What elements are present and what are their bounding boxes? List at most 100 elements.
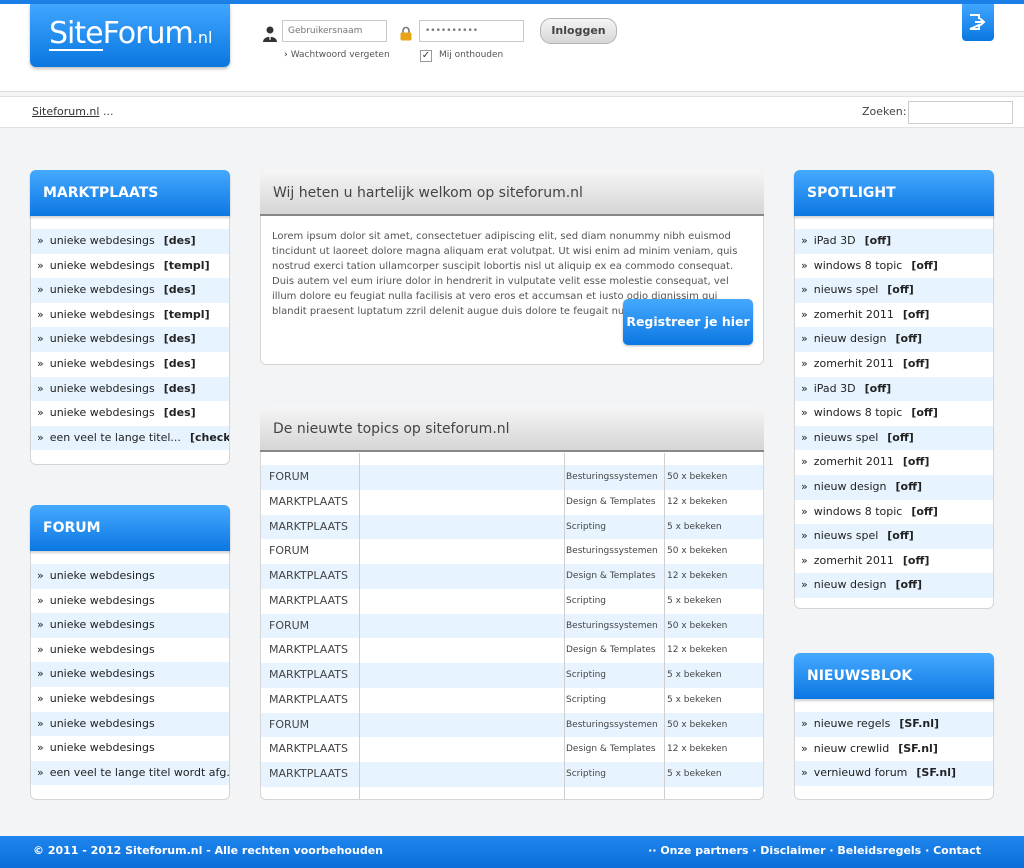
remember-checkbox[interactable]: ✓ [420, 50, 432, 62]
bullet-icon: » [37, 593, 44, 607]
list-item[interactable]: » unieke webdesings [31, 564, 229, 589]
list-item[interactable]: » nieuws spel [off] [795, 524, 993, 549]
list-item[interactable]: » zomerhit 2011 [off] [795, 303, 993, 328]
site-logo[interactable]: SiteForum.nl [30, 4, 230, 67]
topic-category[interactable]: MARKTPLAATS [269, 737, 359, 762]
topic-category[interactable]: FORUM [269, 465, 359, 490]
topic-category[interactable]: MARKTPLAATS [269, 589, 359, 614]
topic-subforum[interactable]: Besturingssystemen [566, 465, 666, 490]
list-item[interactable]: » unieke webdesings [31, 736, 229, 761]
list-item[interactable]: » nieuwe regels [SF.nl] [795, 712, 993, 737]
forgot-password-link[interactable]: › Wachtwoord vergeten [284, 50, 390, 60]
footer-link[interactable]: Disclaimer [760, 844, 825, 857]
topic-category[interactable]: MARKTPLAATS [269, 688, 359, 713]
list-item[interactable]: » vernieuwd forum [SF.nl] [795, 761, 993, 786]
logout-button[interactable] [962, 4, 994, 41]
footer-link[interactable]: Beleidsregels [837, 844, 921, 857]
list-item[interactable]: » unieke webdesings [des] [31, 401, 229, 426]
topic-category[interactable]: MARKTPLAATS [269, 490, 359, 515]
list-item[interactable]: » nieuws spel [off] [795, 425, 993, 451]
footer-link[interactable]: Contact [933, 844, 981, 857]
table-row[interactable]: MARKTPLAATSGez: inbouwer CMS layout (1)S… [261, 589, 763, 614]
topic-category[interactable]: MARKTPLAATS [269, 663, 359, 688]
list-item[interactable]: » windows 8 topic [off] [795, 254, 993, 279]
list-item[interactable]: » unieke webdesings [templ] [31, 254, 229, 279]
topic-subforum[interactable]: Besturingssystemen [566, 713, 666, 738]
table-row[interactable]: FORUMwindows 8 topic (12)Besturingssyste… [261, 539, 763, 564]
table-row[interactable]: MARKTPLAATSTk: unieke webdesigns, slec (… [261, 490, 763, 515]
topic-subforum[interactable]: Design & Templates [566, 490, 666, 515]
list-item-tag: [des] [163, 283, 196, 297]
list-item[interactable]: » unieke webdesings [31, 662, 229, 687]
table-row[interactable]: MARKTPLAATSGez: inbouwer CMS layout (1)S… [261, 688, 763, 713]
table-row[interactable]: FORUMwindows 8 topic (12)Besturingssyste… [261, 613, 763, 639]
list-item[interactable]: » iPad 3D [off] [795, 229, 993, 254]
nieuwsblok-list: » nieuwe regels [SF.nl] » nieuw crewlid [SF.n… [795, 712, 993, 786]
list-item[interactable]: » unieke webdesings [31, 613, 229, 638]
search-input[interactable] [908, 101, 1013, 124]
topic-category[interactable]: MARKTPLAATS [269, 564, 359, 589]
footer-links: ·· Onze partners · Disclaimer · Beleidsr… [648, 844, 981, 857]
password-input[interactable] [419, 20, 524, 42]
table-row[interactable]: MARKTPLAATSGez: inbouwer CMS layout (1)S… [261, 514, 763, 540]
list-item-label: zomerhit 2011 [813, 553, 894, 567]
login-button[interactable]: Inloggen [540, 18, 617, 44]
list-item[interactable]: » unieke webdesings [templ] [31, 303, 229, 328]
list-item[interactable]: » unieke webdesings [31, 589, 229, 614]
list-item[interactable]: » unieke webdesings [des] [31, 327, 229, 352]
list-item[interactable]: » zomerhit 2011 [off] [795, 549, 993, 574]
table-row[interactable]: MARKTPLAATSGez: inbouwer CMS layout (1)S… [261, 663, 763, 688]
table-row[interactable]: MARKTPLAATSTk: unieke webdesigns, slec (… [261, 564, 763, 589]
list-item[interactable]: » nieuw design [off] [795, 327, 993, 352]
topic-category[interactable]: FORUM [269, 713, 359, 738]
table-row[interactable]: FORUMwindows 8 topic (12)Besturingssyste… [261, 712, 763, 738]
table-row[interactable]: FORUMwindows 8 topic (12)Besturingssyste… [261, 465, 763, 490]
list-item-label: unieke webdesings [49, 258, 155, 272]
topic-subforum[interactable]: Scripting [566, 515, 666, 540]
list-item[interactable]: » nieuw design [off] [795, 474, 993, 500]
list-item[interactable]: » nieuw design [off] [795, 573, 993, 598]
topic-subforum[interactable]: Scripting [566, 589, 666, 614]
list-item[interactable]: » een veel te lange titel... [check] [31, 425, 229, 451]
table-row[interactable]: MARKTPLAATSGez: inbouwer CMS layout (1)S… [261, 762, 763, 787]
breadcrumb-home-link[interactable]: Siteforum.nl [32, 105, 99, 118]
register-button[interactable]: Registreer je hier [623, 299, 753, 345]
topic-subforum[interactable]: Scripting [566, 663, 666, 688]
topic-subforum[interactable]: Scripting [566, 762, 666, 787]
topic-category[interactable]: FORUM [269, 539, 359, 564]
list-item[interactable]: » unieke webdesings [31, 711, 229, 737]
footer-link[interactable]: Onze partners [660, 844, 748, 857]
list-item-tag: [off] [911, 504, 938, 518]
list-item[interactable]: » unieke webdesings [des] [31, 352, 229, 377]
table-row[interactable]: MARKTPLAATSTk: unieke webdesigns, slec (… [261, 638, 763, 663]
username-input[interactable] [282, 20, 387, 42]
list-item[interactable]: » unieke webdesings [31, 638, 229, 663]
topic-subforum[interactable]: Scripting [566, 688, 666, 713]
list-item[interactable]: » zomerhit 2011 [off] [795, 450, 993, 475]
logout-icon [969, 14, 986, 30]
topic-category[interactable]: MARKTPLAATS [269, 762, 359, 787]
table-row[interactable]: MARKTPLAATSTk: unieke webdesigns, slec (… [261, 737, 763, 762]
list-item[interactable]: » nieuws spel [off] [795, 278, 993, 303]
list-item[interactable]: » nieuw crewlid [SF.nl] [795, 737, 993, 762]
list-item[interactable]: » iPad 3D [off] [795, 376, 993, 402]
topic-subforum[interactable]: Besturingssystemen [566, 614, 666, 639]
topic-subforum[interactable]: Design & Templates [566, 737, 666, 762]
list-item[interactable]: » unieke webdesings [des] [31, 229, 229, 254]
topic-views: 12 x bekeken [667, 496, 728, 507]
list-item[interactable]: » unieke webdesings [des] [31, 278, 229, 303]
topic-category[interactable]: FORUM [269, 614, 359, 639]
topic-category[interactable]: MARKTPLAATS [269, 638, 359, 663]
list-item[interactable]: » windows 8 topic [off] [795, 500, 993, 525]
list-item[interactable]: » unieke webdesings [31, 687, 229, 712]
list-item[interactable]: » zomerhit 2011 [off] [795, 352, 993, 377]
list-item[interactable]: » unieke webdesings [des] [31, 376, 229, 402]
bullet-icon: » [37, 332, 44, 346]
topic-subforum[interactable]: Besturingssystemen [566, 539, 666, 564]
list-item[interactable]: » een veel te lange titel wordt afg... [31, 760, 229, 786]
list-item[interactable]: » windows 8 topic [off] [795, 401, 993, 426]
welcome-title: Wij heten u hartelijk welkom op siteforu… [260, 170, 764, 216]
topic-subforum[interactable]: Design & Templates [566, 564, 666, 589]
topic-subforum[interactable]: Design & Templates [566, 638, 666, 663]
topic-category[interactable]: MARKTPLAATS [269, 515, 359, 540]
